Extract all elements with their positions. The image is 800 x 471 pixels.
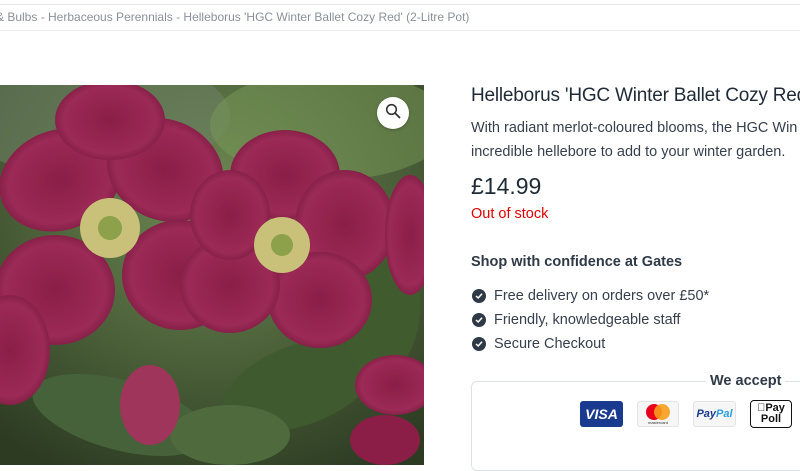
apple-pay-logo: Pay Poll (750, 400, 792, 428)
confidence-item: Secure Checkout (471, 332, 709, 356)
confidence-item-label: Friendly, knowledgeable staff (494, 312, 681, 328)
check-circle-icon (472, 289, 486, 303)
description-line: incredible hellebore to add to your wint… (471, 144, 786, 160)
confidence-title: Shop with confidence at Gates (471, 254, 683, 270)
mastercard-circles-icon (643, 404, 673, 420)
visa-logo: VISA (580, 401, 623, 427)
payment-methods-label: We accept (706, 373, 786, 389)
product-description: With radiant merlot-coloured blooms, the… (471, 116, 800, 164)
breadcrumb[interactable]: & Bulbs - Herbaceous Perennials - Helleb… (0, 10, 469, 24)
confidence-item-label: Secure Checkout (494, 336, 606, 352)
confidence-item: Free delivery on orders over £50* (471, 284, 709, 308)
stock-status: Out of stock (471, 206, 549, 222)
check-circle-icon (472, 337, 486, 351)
mastercard-label: mastercard (647, 420, 668, 425)
description-line: With radiant merlot-coloured blooms, the… (471, 120, 798, 136)
breadcrumb-divider (0, 30, 800, 31)
mastercard-logo: mastercard (637, 401, 679, 427)
confidence-item: Friendly, knowledgeable staff (471, 308, 709, 332)
apple-pay-label-b: Poll (760, 413, 782, 425)
zoom-button[interactable] (377, 97, 409, 129)
paypal-label-a: Pay (696, 408, 717, 420)
zoom-magnifier-icon (385, 103, 401, 124)
paypal-label-b: Pal (716, 408, 733, 420)
top-bar (0, 0, 800, 5)
check-circle-icon (472, 313, 486, 327)
confidence-item-label: Free delivery on orders over £50* (494, 288, 710, 304)
product-title: Helleborus 'HGC Winter Ballet Cozy Red' … (471, 85, 800, 106)
paypal-logo: Pay Pal (693, 401, 736, 427)
product-price: £14.99 (471, 173, 542, 199)
confidence-list: Free delivery on orders over £50* Friend… (471, 284, 709, 356)
product-image[interactable] (0, 85, 424, 465)
